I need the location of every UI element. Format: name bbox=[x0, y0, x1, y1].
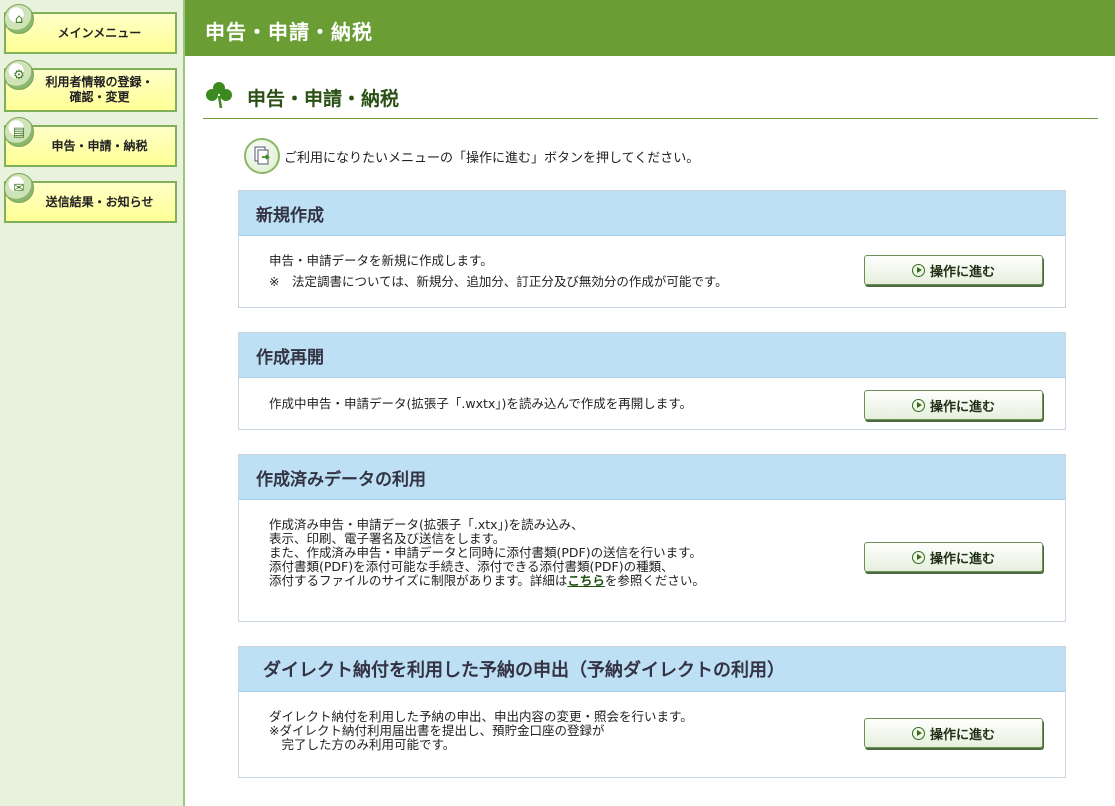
desc-line: ※ダイレクト納付利用届出書を提出し、預貯金口座の登録が bbox=[269, 723, 605, 738]
section-description: ダイレクト納付を利用した予納の申出、申出内容の変更・照会を行います。 ※ダイレク… bbox=[269, 710, 693, 752]
section-title: 新規作成 bbox=[239, 191, 1065, 236]
desc-line: また、作成済み申告・申請データと同時に添付書類(PDF)の送信を行います。 bbox=[269, 545, 702, 560]
desc-line: 作成済み申告・申請データ(拡張子「.xtx」)を読み込み、 bbox=[269, 517, 584, 532]
document-icon: ▤ bbox=[4, 117, 34, 147]
clover-icon bbox=[206, 82, 232, 109]
sidebar-item-user-info[interactable]: ⚙ 利用者情報の登録・ 確認・変更 bbox=[4, 60, 177, 112]
instruction-text: ご利用になりたいメニューの「操作に進む」ボタンを押してください。 bbox=[284, 150, 700, 166]
desc-line: 添付するファイルのサイズに制限があります。詳細はこちらを参照ください。 bbox=[269, 573, 705, 588]
play-icon bbox=[911, 398, 925, 412]
desc-line: 申告・申請データを新規に作成します。 bbox=[269, 253, 493, 268]
page-title: 申告・申請・納税 bbox=[247, 88, 400, 110]
section-description: 作成済み申告・申請データ(拡張子「.xtx」)を読み込み、 表示、印刷、電子署名… bbox=[269, 518, 705, 588]
details-link[interactable]: こちら bbox=[567, 573, 605, 588]
document-arrow-icon bbox=[244, 138, 280, 174]
desc-line: 添付書類(PDF)を添付可能な手続き、添付できる添付書類(PDF)の種類、 bbox=[269, 559, 674, 574]
sidebar-item-results-notices[interactable]: ✉ 送信結果・お知らせ bbox=[4, 173, 177, 223]
desc-line: ダイレクト納付を利用した予納の申出、申出内容の変更・照会を行います。 bbox=[269, 709, 693, 724]
proceed-button[interactable]: 操作に進む bbox=[864, 255, 1043, 285]
proceed-button[interactable]: 操作に進む bbox=[864, 718, 1043, 748]
play-icon bbox=[911, 550, 925, 564]
section-description: 作成中申告・申請データ(拡張子「.wxtx」)を読み込んで作成を再開します。 bbox=[269, 397, 692, 411]
section-new: 新規作成 申告・申請データを新規に作成します。 ※ 法定調書については、新規分、… bbox=[238, 190, 1066, 308]
section-description: 申告・申請データを新規に作成します。 ※ 法定調書については、新規分、追加分、訂… bbox=[269, 254, 728, 289]
desc-line: 完了した方のみ利用可能です。 bbox=[269, 737, 456, 752]
page-heading: 申告・申請・納税 bbox=[203, 78, 1098, 119]
desc-line: ※ 法定調書については、新規分、追加分、訂正分及び無効分の作成が可能です。 bbox=[269, 274, 728, 289]
play-icon bbox=[911, 263, 925, 277]
proceed-button[interactable]: 操作に進む bbox=[864, 542, 1043, 572]
instruction: ご利用になりたいメニューの「操作に進む」ボタンを押してください。 bbox=[244, 138, 699, 174]
user-settings-icon: ⚙ bbox=[4, 60, 34, 90]
section-direct-payment: ダイレクト納付を利用した予納の申出（予納ダイレクトの利用） ダイレクト納付を利用… bbox=[238, 646, 1066, 778]
header-title: 申告・申請・納税 bbox=[205, 20, 373, 44]
desc-line: 作成中申告・申請データ(拡張子「.wxtx」)を読み込んで作成を再開します。 bbox=[269, 396, 693, 411]
sidebar-item-filing[interactable]: ▤ 申告・申請・納税 bbox=[4, 117, 177, 167]
sidebar: ⌂ メインメニュー ⚙ 利用者情報の登録・ 確認・変更 ▤ 申告・申請・納税 ✉… bbox=[0, 0, 185, 806]
header-bar: 申告・申請・納税 bbox=[185, 0, 1115, 56]
section-resume: 作成再開 作成中申告・申請データ(拡張子「.wxtx」)を読み込んで作成を再開し… bbox=[238, 332, 1066, 430]
section-title: 作成済みデータの利用 bbox=[239, 455, 1065, 500]
section-use-created-data: 作成済みデータの利用 作成済み申告・申請データ(拡張子「.xtx」)を読み込み、… bbox=[238, 454, 1066, 622]
play-icon bbox=[911, 726, 925, 740]
sidebar-item-main-menu[interactable]: ⌂ メインメニュー bbox=[4, 4, 177, 54]
section-title: 作成再開 bbox=[239, 333, 1065, 378]
proceed-button[interactable]: 操作に進む bbox=[864, 390, 1043, 420]
desc-line: 表示、印刷、電子署名及び送信をします。 bbox=[269, 531, 506, 546]
home-icon: ⌂ bbox=[4, 4, 34, 34]
notice-icon: ✉ bbox=[4, 173, 34, 203]
section-title: ダイレクト納付を利用した予納の申出（予納ダイレクトの利用） bbox=[239, 647, 1065, 692]
